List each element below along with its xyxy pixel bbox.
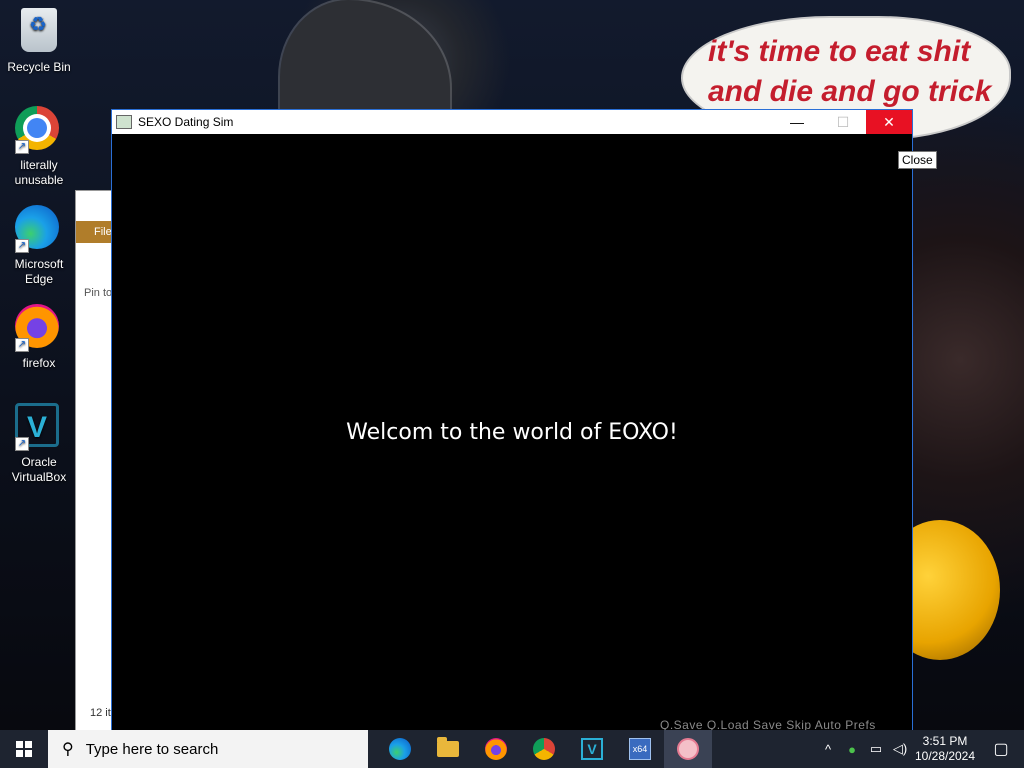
game-window[interactable]: SEXO Dating Sim — ☐ ✕ Welcom to the worl… [112,110,912,732]
taskbar: ⚲ Type here to search V x64 ^ ● ▭ ◁) 3:5… [0,730,1024,768]
desktop-icon-label: Oracle VirtualBox [11,455,67,484]
windows-logo-icon [16,741,32,757]
volume-icon[interactable]: ◁) [888,741,912,757]
desktop-icon-label: Recycle Bin [7,60,71,74]
edge-icon [389,738,411,760]
status-bar-count: 12 it [90,707,111,719]
user-status-icon[interactable]: ● [840,742,864,757]
chrome-icon [533,738,555,760]
chevron-up-icon[interactable]: ^ [816,742,840,757]
recycle-bin-icon [21,8,57,52]
search-placeholder: Type here to search [85,740,219,758]
welcome-text[interactable]: Welcom to the world of EOXO! [112,420,912,445]
taskbar-edge[interactable] [376,730,424,768]
maximize-icon: ☐ [836,113,850,130]
desktop-icon-label: Microsoft Edge [14,257,64,286]
minimize-icon: — [790,114,804,130]
taskbar-calculator[interactable]: x64 [616,730,664,768]
window-title: SEXO Dating Sim [138,115,234,129]
close-tooltip: Close [898,151,937,169]
close-button[interactable]: ✕ [866,110,912,134]
folder-icon [437,737,459,757]
taskbar-search-box[interactable]: ⚲ Type here to search [48,730,368,768]
calculator-icon: x64 [629,738,651,760]
notification-icon[interactable]: ▢ [978,739,1024,759]
taskbar-firefox[interactable] [472,730,520,768]
clock[interactable]: 3:51 PM 10/28/2024 [912,734,978,764]
search-icon: ⚲ [62,741,74,758]
network-icon[interactable]: ▭ [864,741,888,757]
minimize-button[interactable]: — [774,110,820,134]
taskbar-file-explorer[interactable] [424,730,472,768]
desktop-icon-recycle-bin[interactable]: Recycle Bin [4,8,74,75]
maximize-button[interactable]: ☐ [820,110,866,134]
app-icon [116,115,132,129]
system-tray: ^ ● ▭ ◁) 3:51 PM 10/28/2024 ▢ [816,730,1024,768]
close-icon: ✕ [883,113,895,130]
taskbar-virtualbox[interactable]: V [568,730,616,768]
firefox-icon [485,738,507,760]
taskbar-chrome[interactable] [520,730,568,768]
taskbar-dating-sim[interactable] [664,730,712,768]
desktop-icon-label: literally unusable [14,158,64,187]
clock-time: 3:51 PM [922,734,968,748]
desktop-icon-chrome[interactable]: ↗ literally unusable [4,106,74,188]
anime-girl-icon [677,738,699,760]
desktop-icon-firefox[interactable]: ↗ firefox [4,304,74,371]
virtualbox-icon: V [581,738,603,760]
title-bar[interactable]: SEXO Dating Sim — ☐ ✕ [112,110,912,134]
shortcut-arrow-icon: ↗ [15,338,29,352]
shortcut-arrow-icon: ↗ [15,239,29,253]
desktop-icon-edge[interactable]: ↗ Microsoft Edge [4,205,74,287]
shortcut-arrow-icon: ↗ [15,140,29,154]
start-button[interactable] [0,730,48,768]
desktop-icon-label: firefox [22,356,56,370]
clock-date: 10/28/2024 [914,749,976,763]
desktop-icon-virtualbox[interactable]: V ↗ Oracle VirtualBox [4,403,74,485]
shortcut-arrow-icon: ↗ [15,437,29,451]
